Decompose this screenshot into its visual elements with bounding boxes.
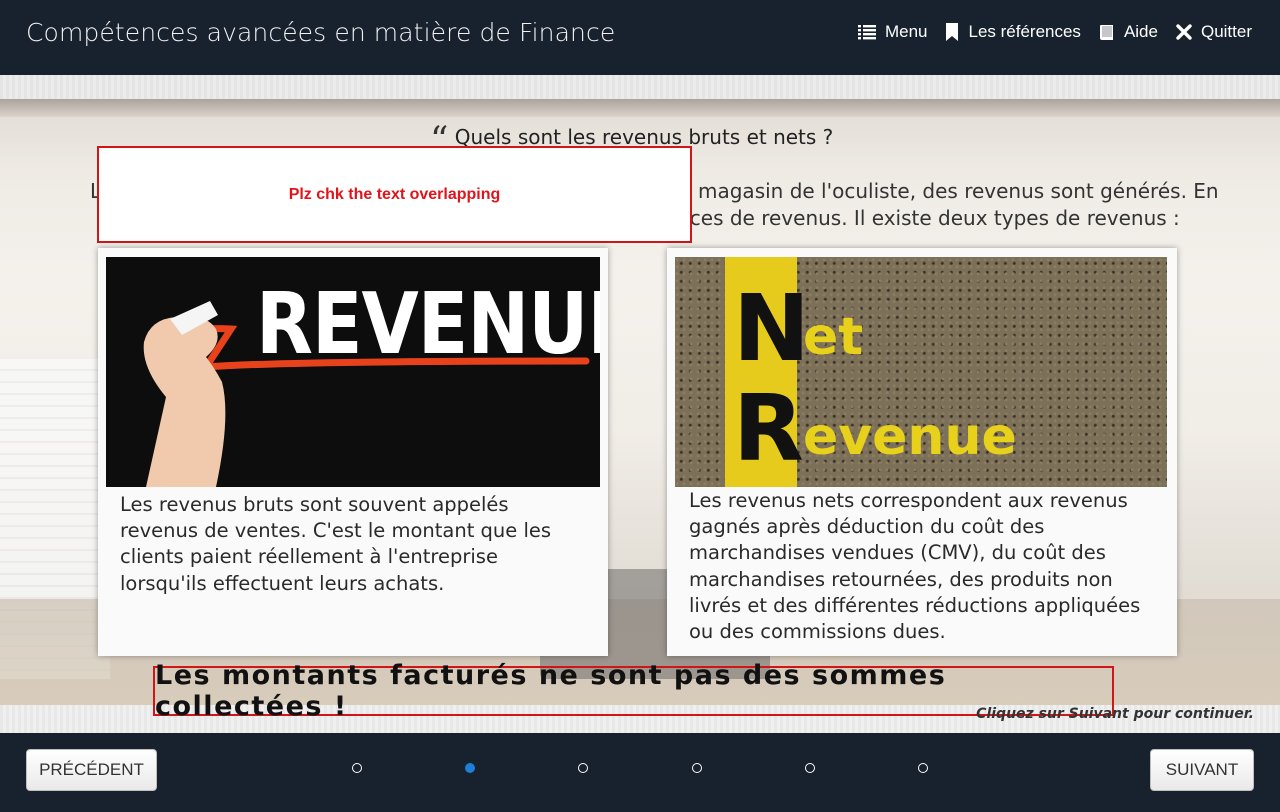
help-label: Aide bbox=[1123, 22, 1158, 41]
continue-hint: Cliquez sur Suivant pour continuer. bbox=[976, 706, 1254, 722]
menu-button[interactable]: Menu bbox=[857, 22, 928, 42]
bookmark-icon bbox=[945, 22, 959, 42]
list-icon bbox=[857, 24, 876, 40]
intro-line2-end: rces de revenus. Il existe deux types de… bbox=[682, 206, 1180, 230]
gross-revenue-card: REVENUE Les revenus bruts sont souvent a… bbox=[98, 248, 608, 656]
revenue-image: REVENUE bbox=[106, 257, 600, 487]
close-icon bbox=[1176, 24, 1192, 40]
page-dot-6[interactable] bbox=[918, 763, 928, 773]
page-dot-5[interactable] bbox=[805, 763, 815, 773]
page-dot-2[interactable] bbox=[465, 763, 475, 773]
gross-revenue-text: Les revenus bruts sont souvent appelés r… bbox=[120, 493, 552, 595]
net-revenue-text: Les revenus nets correspondent aux reven… bbox=[689, 489, 1141, 644]
next-button[interactable]: SUIVANT bbox=[1150, 749, 1254, 791]
header-bar: Compétences avancées en matière de Finan… bbox=[0, 0, 1280, 75]
quit-label: Quitter bbox=[1200, 22, 1252, 41]
revenue-rest: evenue bbox=[803, 407, 1017, 467]
net-rest: et bbox=[803, 307, 864, 367]
top-divider bbox=[0, 75, 1280, 99]
net-revenue-image: N et R evenue bbox=[675, 257, 1167, 487]
page-dot-3[interactable] bbox=[578, 763, 588, 773]
book-icon bbox=[1099, 23, 1115, 41]
hand-marker-illustration bbox=[143, 301, 590, 487]
previous-button[interactable]: PRÉCÉDENT bbox=[26, 749, 157, 791]
page-dot-4[interactable] bbox=[692, 763, 702, 773]
net-revenue-card: N et R evenue Les revenus nets correspon… bbox=[667, 248, 1177, 656]
page-dot-1[interactable] bbox=[352, 763, 362, 773]
revenue-initial: R bbox=[733, 375, 804, 482]
help-button[interactable]: Aide bbox=[1099, 22, 1158, 42]
references-button[interactable]: Les références bbox=[945, 22, 1081, 42]
menu-label: Menu bbox=[884, 22, 928, 41]
intro-line1-end: magasin de l'oculiste, des revenus sont … bbox=[698, 179, 1219, 203]
course-title: Compétences avancées en matière de Finan… bbox=[26, 18, 616, 47]
review-comment-box: Plz chk the text overlapping bbox=[97, 146, 692, 243]
quit-button[interactable]: Quitter bbox=[1176, 22, 1252, 42]
footer-bar: PRÉCÉDENT SUIVANT bbox=[0, 733, 1280, 812]
header-nav: Menu Les références Aide Quitter bbox=[857, 22, 1252, 42]
net-initial: N bbox=[733, 275, 810, 382]
references-label: Les références bbox=[968, 22, 1081, 41]
callout-banner: Les montants facturés ne sont pas des so… bbox=[153, 660, 1114, 722]
